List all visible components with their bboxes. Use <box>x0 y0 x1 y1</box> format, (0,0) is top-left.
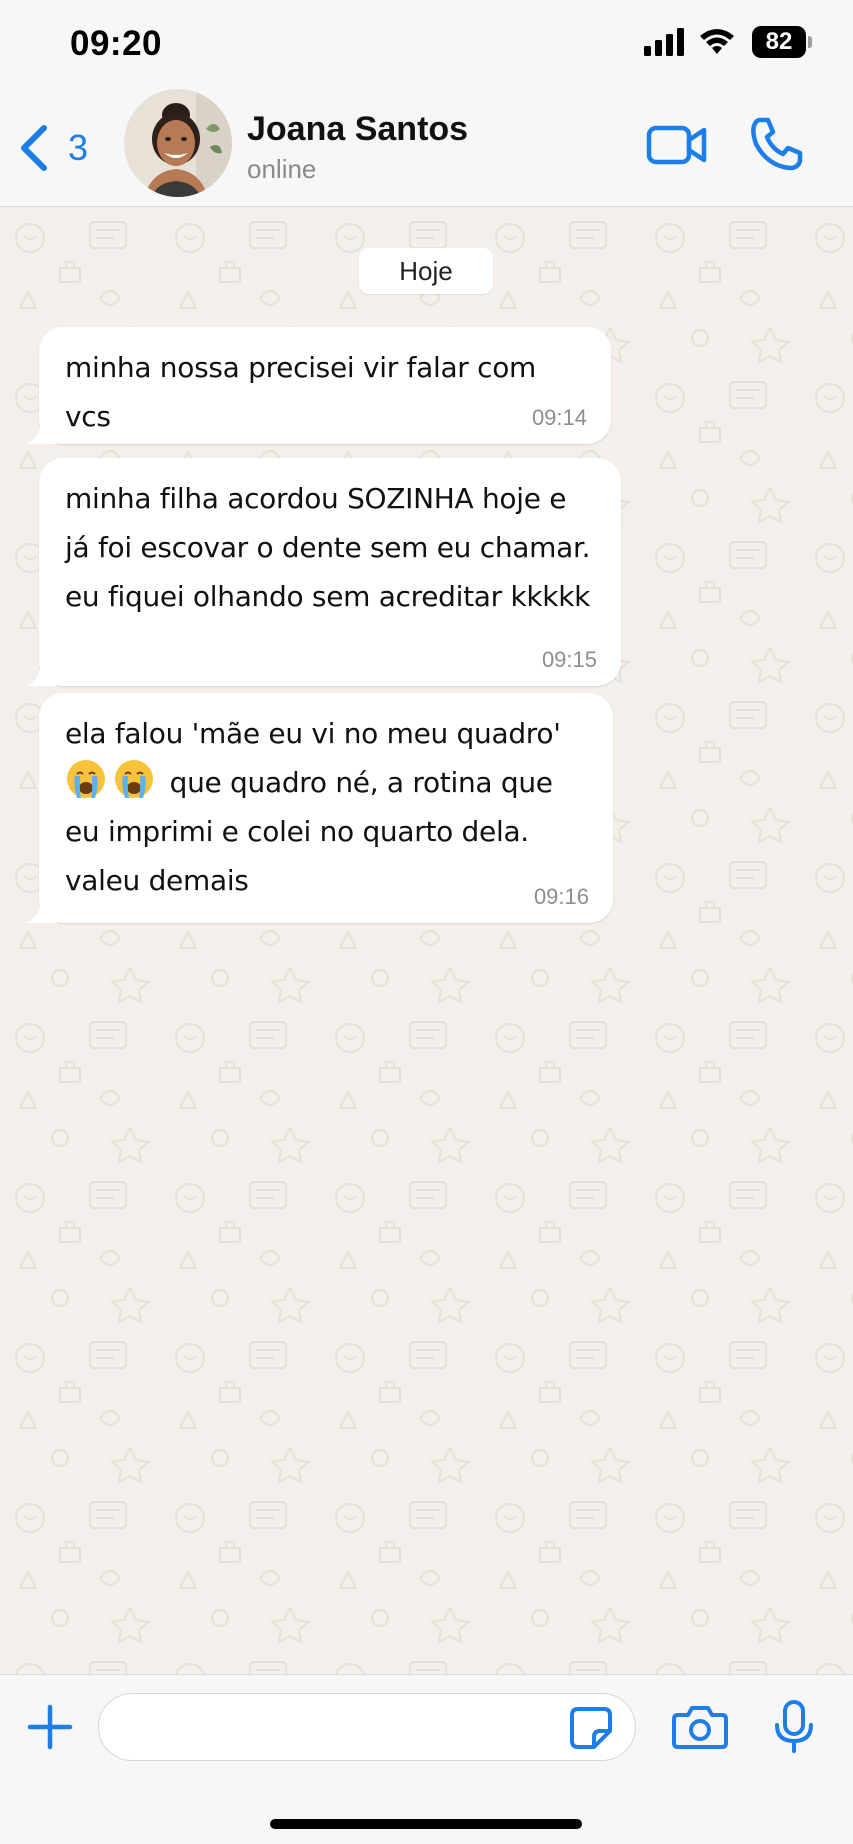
battery-icon: 82 <box>752 26 812 58</box>
wifi-icon <box>700 29 734 54</box>
whatsapp-chat-screen: 09:20 82 3 Joana Santos online Hoje minh… <box>0 0 853 1844</box>
incoming-message[interactable]: minha nossa precisei vir falar com vcs 0… <box>27 327 611 444</box>
plus-icon[interactable] <box>26 1703 74 1751</box>
microphone-icon[interactable] <box>772 1699 816 1755</box>
incoming-message[interactable]: minha filha acordou SOZINHA hoje e já fo… <box>27 458 621 686</box>
message-text: minha nossa precisei vir falar com vcs <box>65 351 537 433</box>
message-time: 09:15 <box>541 647 597 672</box>
message-list[interactable]: Hoje minha nossa precisei vir falar com … <box>0 208 853 1674</box>
battery-level: 82 <box>752 26 806 58</box>
contact-status: online <box>247 154 317 184</box>
phone-call-icon[interactable] <box>748 116 804 172</box>
unread-count: 3 <box>68 127 89 168</box>
message-input[interactable] <box>98 1693 636 1761</box>
message-line: ela falou 'mãe eu vi no meu quadro' <box>65 717 561 750</box>
chat-header: 09:20 82 3 Joana Santos online <box>0 0 853 207</box>
bubble-tail <box>27 897 57 923</box>
status-time: 09:20 <box>70 24 163 63</box>
contact-name[interactable]: Joana Santos <box>247 110 468 149</box>
signal-icon <box>644 28 684 56</box>
camera-icon[interactable] <box>672 1703 728 1751</box>
message-time: 09:14 <box>531 405 587 430</box>
message-line: eu imprimi e colei no quarto dela. <box>65 815 529 848</box>
crying-face-emoji <box>65 760 161 799</box>
composer-bar <box>0 1674 853 1844</box>
message-text: ela falou 'mãe eu vi no meu quadro' que … <box>65 709 587 905</box>
sticker-icon[interactable] <box>568 1705 614 1751</box>
message-line: valeu demais <box>65 864 249 897</box>
message-line: que quadro né, a rotina que <box>169 766 553 799</box>
home-indicator[interactable] <box>270 1819 582 1829</box>
date-separator: Hoje <box>359 248 493 294</box>
incoming-message[interactable]: ela falou 'mãe eu vi no meu quadro' que … <box>27 693 613 923</box>
message-time: 09:16 <box>533 884 589 909</box>
contact-avatar[interactable] <box>124 89 232 197</box>
bubble-tail <box>27 418 57 444</box>
video-call-icon[interactable] <box>646 118 708 172</box>
message-text: minha filha acordou SOZINHA hoje e já fo… <box>65 482 591 613</box>
bubble-tail <box>27 660 57 686</box>
back-button[interactable]: 3 <box>14 118 104 178</box>
back-chevron-icon <box>21 125 47 171</box>
